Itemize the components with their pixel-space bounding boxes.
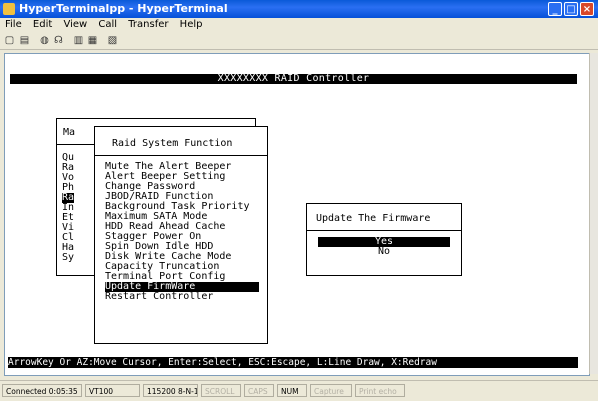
- maximize-button[interactable]: □: [564, 2, 578, 16]
- menu-edit[interactable]: Edit: [33, 19, 52, 30]
- title-bar: HyperTerminalpp - HyperTerminal _ □ ×: [0, 0, 598, 18]
- toolbar: ▢ ▤ ◍ ☊ ▥ ▦ ▧: [0, 32, 598, 50]
- raid-item[interactable]: Restart Controller: [105, 292, 259, 302]
- app-icon: [3, 3, 15, 15]
- status-settings: 115200 8-N-1: [143, 384, 198, 397]
- status-print-echo: Print echo: [355, 384, 405, 397]
- minimize-button[interactable]: _: [548, 2, 562, 16]
- dialog-title: Update The Firmware: [316, 213, 431, 224]
- status-connected: Connected 0:05:35: [2, 384, 82, 397]
- send-icon[interactable]: ▥: [72, 34, 85, 47]
- main-item[interactable]: Sy: [62, 253, 74, 263]
- close-button[interactable]: ×: [580, 2, 594, 16]
- terminal-header: XXXXXXXX RAID Controller: [10, 74, 577, 84]
- raid-menu-title: Raid System Function: [112, 138, 233, 149]
- vertical-scrollbar[interactable]: [589, 53, 598, 374]
- properties-icon[interactable]: ▧: [106, 34, 119, 47]
- raid-system-function-menu: Raid System Function Mute The Alert Beep…: [94, 126, 268, 344]
- new-document-icon[interactable]: ▢: [3, 34, 16, 47]
- dialog-item[interactable]: No: [318, 247, 450, 257]
- menu-help[interactable]: Help: [180, 19, 203, 30]
- update-firmware-dialog: Update The Firmware Yes No: [306, 203, 462, 276]
- status-emulation: VT100: [85, 384, 140, 397]
- status-scroll: SCROLL: [201, 384, 241, 397]
- menu-bar: File Edit View Call Transfer Help: [0, 18, 598, 32]
- window-title: HyperTerminalpp - HyperTerminal: [19, 2, 228, 15]
- main-menu-title: Ma: [63, 127, 76, 138]
- terminal-footer: ArrowKey Or AZ:Move Cursor, Enter:Select…: [8, 357, 578, 368]
- disconnect-icon[interactable]: ☊: [52, 34, 65, 47]
- status-capture: Capture: [310, 384, 352, 397]
- dialog-divider: [307, 230, 461, 231]
- receive-icon[interactable]: ▦: [86, 34, 99, 47]
- menu-transfer[interactable]: Transfer: [128, 19, 168, 30]
- terminal-screen[interactable]: XXXXXXXX RAID Controller Ma Qu Ra Vo Ph Ra In…: [8, 63, 580, 371]
- status-num: NUM: [277, 384, 307, 397]
- raid-menu-divider: [95, 155, 267, 156]
- status-caps: CAPS: [244, 384, 274, 397]
- menu-file[interactable]: File: [5, 19, 22, 30]
- menu-view[interactable]: View: [63, 19, 87, 30]
- menu-call[interactable]: Call: [98, 19, 117, 30]
- connect-icon[interactable]: ◍: [38, 34, 51, 47]
- status-bar: Connected 0:05:35 VT100 115200 8-N-1 SCR…: [0, 380, 598, 401]
- open-folder-icon[interactable]: ▤: [18, 34, 31, 47]
